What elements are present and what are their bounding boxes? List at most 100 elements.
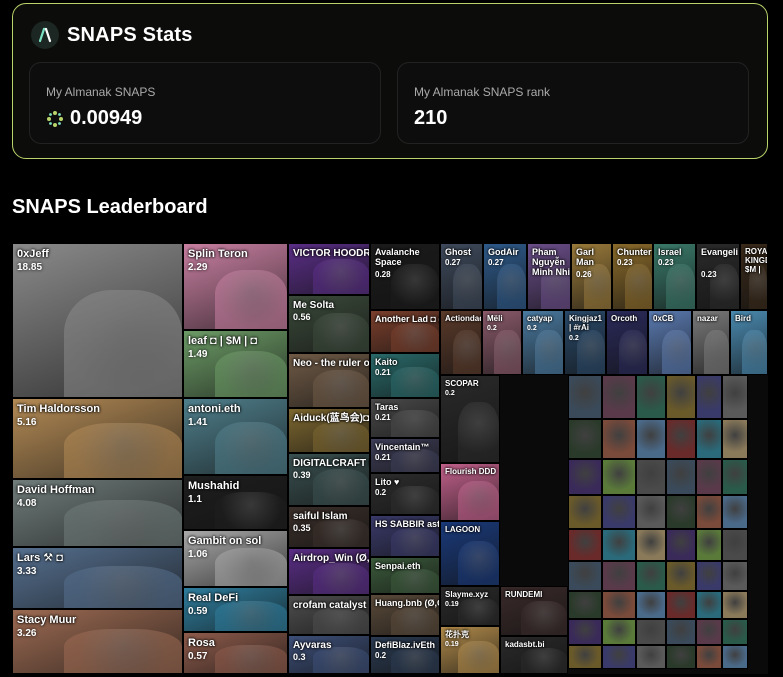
leaderboard-tile-small[interactable] — [568, 591, 602, 619]
leaderboard-tile[interactable]: ROYAL KINGDO $M | — [740, 243, 768, 310]
leaderboard-tile[interactable]: HS SABBIR asterai.xyz — [370, 515, 440, 557]
leaderboard-tile[interactable]: Kingjaz1 | #rAi 0.2 — [564, 310, 606, 375]
leaderboard-tile-small[interactable] — [696, 561, 722, 591]
leaderboard-tile[interactable]: DIGITALCRAFT BAG (ØG)0.39 — [288, 453, 370, 506]
leaderboard-tile[interactable]: Lito ♥ 0.2 — [370, 473, 440, 515]
leaderboard-tile-small[interactable] — [602, 459, 636, 495]
leaderboard-tile-small[interactable] — [568, 375, 602, 419]
leaderboard-tile-small[interactable] — [722, 619, 748, 645]
leaderboard-tile-small[interactable] — [666, 645, 696, 669]
leaderboard-tile[interactable]: kadasbt.bi — [500, 636, 568, 674]
leaderboard-tile-small[interactable] — [722, 529, 748, 561]
leaderboard-tile[interactable]: Avalanche Space 0.28 — [370, 243, 440, 310]
leaderboard-tile[interactable]: Israel 0.23 — [653, 243, 696, 310]
leaderboard-tile-small[interactable] — [666, 561, 696, 591]
leaderboard-tile-small[interactable] — [602, 375, 636, 419]
leaderboard-tile-small[interactable] — [722, 495, 748, 529]
leaderboard-tile-small[interactable] — [666, 419, 696, 459]
leaderboard-tile-small[interactable] — [722, 561, 748, 591]
leaderboard-tile-small[interactable] — [722, 591, 748, 619]
leaderboard-tile[interactable]: Tim Haldorsson 5.16 — [12, 398, 183, 479]
leaderboard-tile-small[interactable] — [602, 619, 636, 645]
leaderboard-tile[interactable]: Slayme.xyz 0.19 — [440, 586, 500, 626]
leaderboard-tile-small[interactable] — [696, 619, 722, 645]
leaderboard-tile[interactable]: Kaito 0.21 — [370, 353, 440, 398]
leaderboard-tile-small[interactable] — [602, 529, 636, 561]
leaderboard-tile[interactable]: Evangeli 0.23 — [696, 243, 740, 310]
leaderboard-tile-small[interactable] — [568, 495, 602, 529]
leaderboard-tile-small[interactable] — [696, 375, 722, 419]
leaderboard-tile[interactable]: Airdrop_Win (Ø,G) — [288, 548, 370, 595]
leaderboard-tile-small[interactable] — [636, 495, 666, 529]
leaderboard-tile[interactable]: David Hoffman 4.08 — [12, 479, 183, 547]
leaderboard-tile-small[interactable] — [602, 591, 636, 619]
leaderboard-tile[interactable]: Real DeFi 0.59 — [183, 587, 288, 632]
leaderboard-tile-small[interactable] — [568, 645, 602, 669]
leaderboard-tile-small[interactable] — [722, 459, 748, 495]
leaderboard-tile[interactable]: Vincentain™ 0.21 — [370, 438, 440, 473]
leaderboard-tile[interactable]: GodAir 0.27 — [483, 243, 527, 310]
leaderboard-tile-small[interactable] — [722, 419, 748, 459]
leaderboard-tile[interactable]: Neo - the ruler of agents that — [288, 353, 370, 408]
leaderboard-tile-small[interactable] — [722, 375, 748, 419]
leaderboard-tile[interactable]: crofam catalyst — [288, 595, 370, 635]
leaderboard-tile-small[interactable] — [696, 419, 722, 459]
leaderboard-tile[interactable]: LAGOON — [440, 521, 500, 586]
leaderboard-tile-small[interactable] — [696, 495, 722, 529]
leaderboard-tile[interactable]: VICTOR HOODRICH — [288, 243, 370, 295]
leaderboard-tile-small[interactable] — [666, 591, 696, 619]
leaderboard-tile[interactable]: saiful Islam 0.35 — [288, 506, 370, 548]
leaderboard-tile[interactable]: Splin Teron 2.29 — [183, 243, 288, 330]
leaderboard-tile[interactable]: RUNDEMI — [500, 586, 568, 636]
leaderboard-tile[interactable]: 0xJeff 18.85 — [12, 243, 183, 398]
leaderboard-tile[interactable]: DefiBlaz.ivEth 0.2 — [370, 636, 440, 674]
leaderboard-tile-small[interactable] — [666, 495, 696, 529]
leaderboard-tile-small[interactable] — [636, 645, 666, 669]
leaderboard-tile[interactable]: Aiduck(蓝鸟会)◘ 长期互关 — [288, 408, 370, 453]
leaderboard-tile[interactable]: 0xCB — [648, 310, 692, 375]
leaderboard-tile-small[interactable] — [636, 459, 666, 495]
leaderboard-tile-small[interactable] — [602, 419, 636, 459]
leaderboard-tile-small[interactable] — [636, 375, 666, 419]
leaderboard-tile-small[interactable] — [696, 529, 722, 561]
leaderboard-tile-small[interactable] — [666, 459, 696, 495]
leaderboard-tile[interactable]: Huang.bnb (Ø,G) — [370, 594, 440, 636]
leaderboard-tile-small[interactable] — [636, 591, 666, 619]
leaderboard-tile-small[interactable] — [666, 529, 696, 561]
leaderboard-tile[interactable]: Orcoth — [606, 310, 648, 375]
leaderboard-tile[interactable]: Ghost 0.27 — [440, 243, 483, 310]
leaderboard-tile-small[interactable] — [636, 619, 666, 645]
leaderboard-tile-small[interactable] — [722, 645, 748, 669]
leaderboard-tile[interactable]: Mëli 0.2 — [482, 310, 522, 375]
leaderboard-tile-small[interactable] — [636, 561, 666, 591]
leaderboard-tile-small[interactable] — [568, 459, 602, 495]
leaderboard-tile-small[interactable] — [666, 375, 696, 419]
leaderboard-tile[interactable]: leaf ◘ | $M | ◘ 1.49 — [183, 330, 288, 398]
leaderboard-tile[interactable]: nazar — [692, 310, 730, 375]
leaderboard-tile-small[interactable] — [602, 561, 636, 591]
leaderboard-tile[interactable]: Flourish DDD — [440, 463, 500, 521]
leaderboard-tile[interactable]: Ayvaras 0.3 — [288, 635, 370, 674]
leaderboard-tile-small[interactable] — [696, 459, 722, 495]
leaderboard-tile[interactable]: Garl Man 0.26 — [571, 243, 612, 310]
leaderboard-tile-small[interactable] — [636, 529, 666, 561]
leaderboard-tile[interactable]: Lars ⚒ ◘ 3.33 — [12, 547, 183, 609]
leaderboard-tile[interactable]: SCOPAR 0.2 — [440, 375, 500, 463]
leaderboard-tile[interactable]: 花扑克 0.19 — [440, 626, 500, 674]
leaderboard-tile[interactable]: Taras 0.21 — [370, 398, 440, 438]
leaderboard-tile[interactable]: Me Solta 0.56 — [288, 295, 370, 353]
leaderboard-tile-small[interactable] — [636, 419, 666, 459]
leaderboard-tile-small[interactable] — [602, 645, 636, 669]
leaderboard-tile[interactable]: Actiondad — [440, 310, 482, 375]
leaderboard-tile-small[interactable] — [602, 495, 636, 529]
leaderboard-tile-small[interactable] — [568, 529, 602, 561]
leaderboard-tile[interactable]: Another Lad ◘ (Ø,G) — [370, 310, 440, 353]
leaderboard-tile-small[interactable] — [696, 645, 722, 669]
leaderboard-tile[interactable]: Mushahid 1.1 — [183, 475, 288, 530]
leaderboard-tile-small[interactable] — [696, 591, 722, 619]
leaderboard-tile[interactable]: Senpai.eth — [370, 557, 440, 594]
leaderboard-tile-small[interactable] — [568, 419, 602, 459]
leaderboard-tile[interactable]: Bird — [730, 310, 768, 375]
leaderboard-tile[interactable]: catyap 0.2 — [522, 310, 564, 375]
leaderboard-tile[interactable]: antoni.eth 1.41 — [183, 398, 288, 475]
